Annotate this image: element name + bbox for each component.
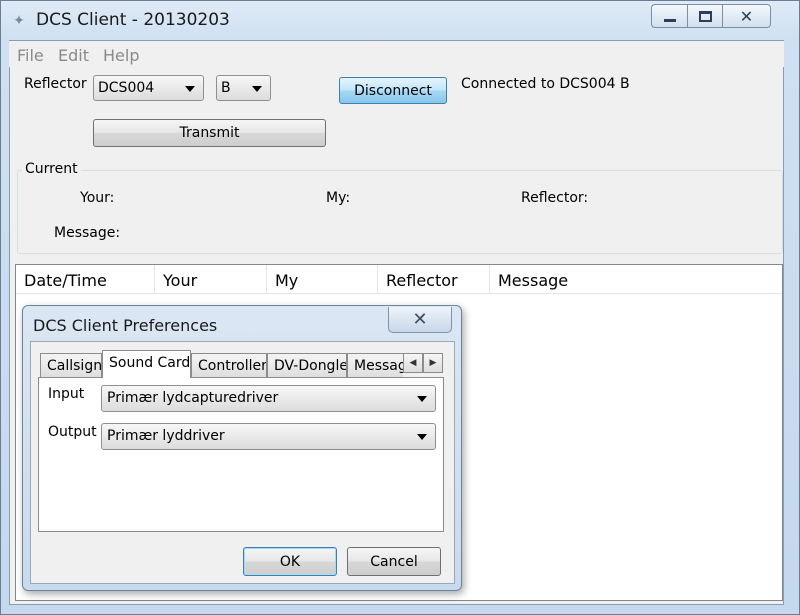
message-label: Message:: [54, 225, 121, 241]
my-label: My:: [326, 190, 351, 206]
cancel-button[interactable]: Cancel: [347, 547, 441, 576]
ok-button[interactable]: OK: [243, 547, 337, 576]
close-icon: ✕: [412, 309, 428, 330]
pin-icon: ✦: [13, 13, 25, 29]
tab-controller[interactable]: Controller: [191, 353, 267, 377]
module-select[interactable]: B: [216, 75, 271, 101]
input-device-value: Primær lydcapturedriver: [107, 390, 279, 406]
reflector-select-value: DCS004: [98, 80, 155, 96]
column-header-message[interactable]: Message: [490, 265, 782, 294]
arrow-left-icon: ◀: [409, 358, 417, 368]
current-group: [17, 170, 783, 254]
chevron-down-icon: [417, 396, 427, 402]
current-group-title: Current: [22, 161, 81, 177]
input-device-select[interactable]: Primær lydcapturedriver: [101, 385, 436, 412]
tab-messages[interactable]: Messag: [347, 353, 403, 377]
reflector-select[interactable]: DCS004: [93, 75, 204, 101]
arrow-right-icon: ▶: [429, 358, 437, 368]
column-header-datetime[interactable]: Date/Time: [16, 265, 155, 294]
maximize-button[interactable]: [687, 4, 723, 28]
input-label: Input: [48, 386, 85, 402]
dialog-close-button[interactable]: ✕: [388, 307, 452, 333]
output-label: Output: [48, 424, 97, 440]
disconnect-button[interactable]: Disconnect: [339, 77, 447, 104]
close-button[interactable]: ✕: [723, 4, 771, 28]
chevron-down-icon: [417, 434, 427, 440]
transmit-button[interactable]: Transmit: [93, 119, 326, 147]
tab-scroll-left-button[interactable]: ◀: [403, 353, 423, 373]
connection-status: Connected to DCS004 B: [461, 76, 630, 92]
tab-callsign[interactable]: Callsign: [40, 353, 102, 377]
output-device-select[interactable]: Primær lyddriver: [101, 423, 436, 450]
close-icon: ✕: [739, 6, 754, 26]
tab-scroll-right-button[interactable]: ▶: [423, 353, 443, 373]
column-header-reflector[interactable]: Reflector: [378, 265, 490, 294]
reflector-current-label: Reflector:: [521, 190, 589, 206]
column-header-my[interactable]: My: [267, 265, 378, 294]
output-device-value: Primær lyddriver: [107, 428, 225, 444]
chevron-down-icon: [185, 86, 195, 92]
minimize-icon: [663, 18, 676, 22]
window-title: DCS Client - 20130203: [36, 10, 230, 30]
tab-sound-card[interactable]: Sound Card: [102, 350, 191, 378]
chevron-down-icon: [252, 86, 262, 92]
your-label: Your:: [80, 190, 115, 206]
maximize-icon: [698, 10, 712, 22]
minimize-button[interactable]: [651, 4, 687, 28]
column-header-your[interactable]: Your: [155, 265, 267, 294]
menu-help[interactable]: Help: [103, 46, 139, 65]
menu-file[interactable]: File: [17, 46, 44, 65]
reflector-label: Reflector: [24, 76, 87, 92]
menu-edit[interactable]: Edit: [58, 46, 89, 65]
dialog-title: DCS Client Preferences: [33, 316, 218, 335]
module-select-value: B: [221, 80, 231, 96]
tab-dv-dongle[interactable]: DV-Dongle: [267, 353, 347, 377]
